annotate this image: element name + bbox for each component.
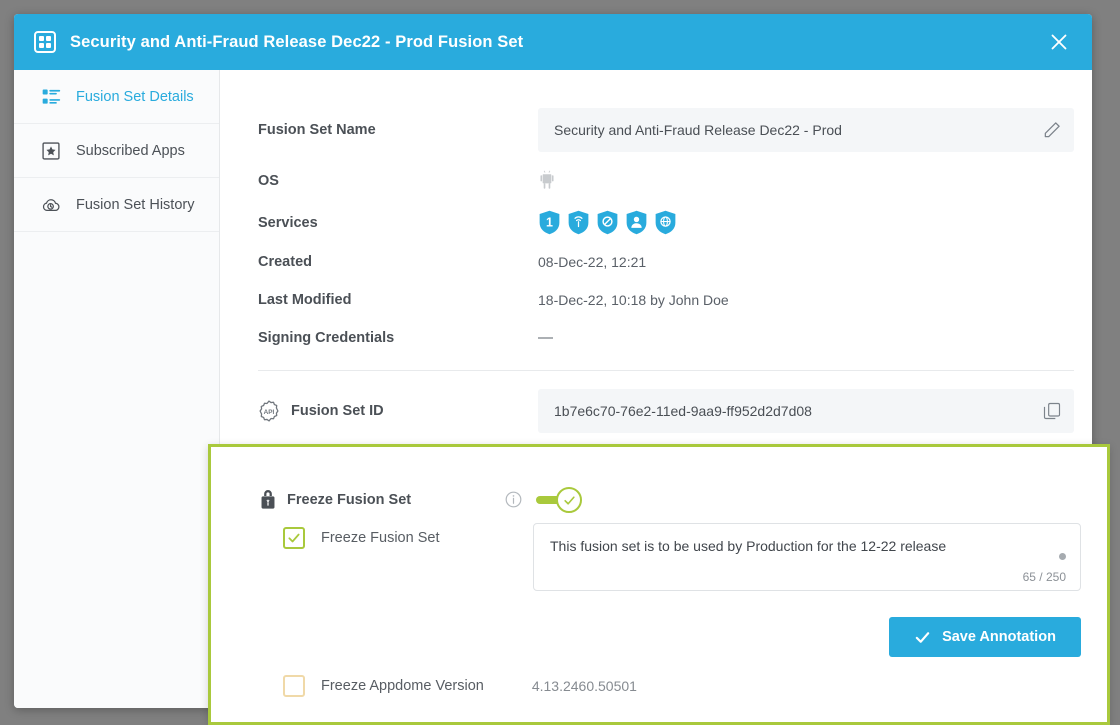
fusion-set-id-label: Fusion Set ID [291, 403, 384, 419]
freeze-fusion-set-checkbox-row: Freeze Fusion Set [283, 527, 439, 549]
row-fusion-set-name: Fusion Set Name Security and Anti-Fraud … [258, 108, 1074, 152]
fusion-set-name-value: Security and Anti-Fraud Release Dec22 - … [554, 122, 842, 138]
info-icon[interactable] [505, 491, 522, 508]
check-icon [914, 629, 931, 646]
fusion-set-name-label: Fusion Set Name [258, 122, 538, 138]
list-details-icon [40, 86, 62, 108]
grid-icon [34, 31, 56, 53]
sidebar-item-fusion-set-details[interactable]: Fusion Set Details [14, 70, 219, 124]
freeze-fusion-set-checkbox-label: Freeze Fusion Set [321, 530, 439, 546]
copy-icon[interactable] [1042, 401, 1062, 421]
os-label: OS [258, 173, 538, 189]
fingerprint-shield-icon [567, 210, 590, 235]
fusion-set-id-field[interactable]: 1b7e6c70-76e2-11ed-9aa9-ff952d2d7d08 [538, 389, 1074, 433]
freeze-fusion-set-checkbox[interactable] [283, 527, 305, 549]
close-icon[interactable] [1046, 29, 1072, 55]
globe-shield-icon [654, 210, 677, 235]
person-shield-icon [625, 210, 648, 235]
annotation-input[interactable]: This fusion set is to be used by Product… [533, 523, 1081, 591]
services-icon-list: 1 [538, 210, 677, 235]
android-icon [538, 170, 556, 191]
freeze-title: Freeze Fusion Set [287, 492, 411, 508]
fusion-set-id-label-group: API Fusion Set ID [258, 400, 538, 422]
pencil-icon[interactable] [1042, 120, 1062, 140]
freeze-appdome-version-checkbox[interactable] [283, 675, 305, 697]
freeze-fusion-set-section: Freeze Fusion Set Freeze Fu [208, 444, 1110, 725]
created-label: Created [258, 254, 538, 270]
sidebar-item-label: Fusion Set History [76, 197, 194, 213]
signing-credentials-label: Signing Credentials [258, 330, 538, 346]
history-cloud-icon [40, 194, 62, 216]
row-os: OS [258, 170, 1074, 191]
freeze-appdome-version-row: Freeze Appdome Version 4.13.2460.50501 [283, 675, 637, 697]
freeze-title-group: Freeze Fusion Set [259, 489, 411, 510]
modal-header: Security and Anti-Fraud Release Dec22 - … [14, 14, 1092, 70]
svg-text:API: API [264, 409, 275, 416]
svg-text:1: 1 [546, 215, 553, 229]
save-annotation-label: Save Annotation [942, 629, 1056, 645]
page-title: Security and Anti-Fraud Release Dec22 - … [70, 33, 523, 52]
sidebar-item-label: Subscribed Apps [76, 143, 185, 159]
annotation-resize-handle[interactable] [1059, 553, 1066, 560]
no-entry-shield-icon [596, 210, 619, 235]
row-last-modified: Last Modified 18-Dec-22, 10:18 by John D… [258, 292, 1074, 308]
freeze-fusion-set-toggle[interactable] [536, 487, 582, 513]
sidebar-item-fusion-set-history[interactable]: Fusion Set History [14, 178, 219, 232]
api-icon: API [258, 400, 280, 422]
save-annotation-button[interactable]: Save Annotation [889, 617, 1081, 657]
section-divider [258, 370, 1074, 371]
last-modified-label: Last Modified [258, 292, 538, 308]
services-label: Services [258, 215, 538, 231]
sidebar-item-subscribed-apps[interactable]: Subscribed Apps [14, 124, 219, 178]
signing-credentials-value: — [538, 329, 553, 346]
last-modified-value: 18-Dec-22, 10:18 by John Doe [538, 292, 729, 308]
created-value: 08-Dec-22, 12:21 [538, 254, 646, 270]
row-created: Created 08-Dec-22, 12:21 [258, 254, 1074, 270]
annotation-value: This fusion set is to be used by Product… [550, 538, 946, 554]
sidebar-item-label: Fusion Set Details [76, 89, 194, 105]
lock-icon [259, 489, 277, 510]
star-box-icon [40, 140, 62, 162]
fusion-set-name-field[interactable]: Security and Anti-Fraud Release Dec22 - … [538, 108, 1074, 152]
row-signing-credentials: Signing Credentials — [258, 329, 1074, 346]
annotation-counter: 65 / 250 [1023, 570, 1066, 584]
freeze-appdome-version-label: Freeze Appdome Version [321, 678, 484, 694]
fusion-set-modal: Security and Anti-Fraud Release Dec22 - … [14, 14, 1092, 708]
row-fusion-set-id: API Fusion Set ID 1b7e6c70-76e2-11ed-9aa… [258, 389, 1074, 433]
sidebar: Fusion Set Details Subscribed Apps Fusio… [14, 70, 220, 708]
one-shield-icon: 1 [538, 210, 561, 235]
toggle-knob [556, 487, 582, 513]
fusion-set-id-value: 1b7e6c70-76e2-11ed-9aa9-ff952d2d7d08 [554, 403, 812, 419]
row-services: Services 1 [258, 210, 1074, 235]
freeze-appdome-version-value: 4.13.2460.50501 [532, 678, 637, 694]
